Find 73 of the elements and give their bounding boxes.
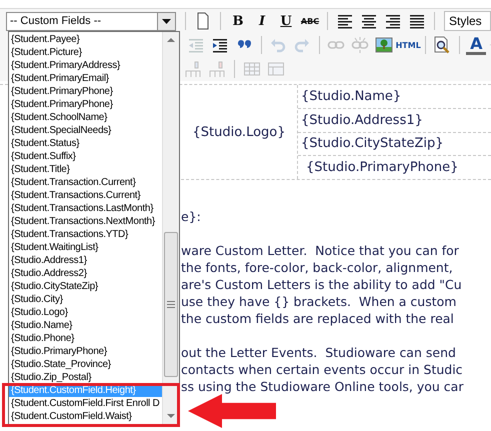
field-option[interactable]: {Student.Transactions.LastMonth}	[9, 202, 162, 215]
header-cell: {Studio.Name}	[298, 85, 491, 109]
field-option[interactable]: {Student.SpecialNeeds}	[9, 124, 162, 137]
align-left-icon	[336, 12, 354, 30]
table-column-icon	[184, 60, 202, 78]
custom-fields-select[interactable]: -- Custom Fields --	[6, 12, 176, 30]
scrollbar[interactable]	[162, 32, 179, 424]
strike-button[interactable]: ABC	[300, 11, 320, 31]
field-option[interactable]: {Studio.Zip_Postal}	[9, 371, 162, 384]
field-option[interactable]: {Studio.Name}	[9, 319, 162, 332]
scroll-down-icon	[167, 414, 175, 418]
image-icon	[375, 36, 394, 54]
scroll-up-icon	[167, 38, 175, 42]
field-option[interactable]: {Student.Transactions.Current}	[9, 189, 162, 202]
align-center-icon	[360, 12, 378, 30]
letter-text-line: ware Custom Letter. Notice that you can for	[181, 242, 460, 259]
field-option[interactable]: {Studio.PrimaryPhone}	[9, 345, 162, 358]
field-option[interactable]: {Student.PrimaryPhone}	[9, 98, 162, 111]
field-option[interactable]: {Student.PrimaryPhone}	[9, 85, 162, 98]
greeting-text: e}:	[181, 208, 202, 225]
letter-text-line: contacts when certain events occur in Studic	[181, 361, 464, 378]
indent-icon	[211, 36, 229, 54]
field-option[interactable]: {Student.Status}	[9, 137, 162, 150]
field-option[interactable]: {Studio.State_Province}	[9, 358, 162, 371]
redo-icon	[293, 36, 312, 54]
justify-icon	[408, 12, 426, 30]
preview-icon	[433, 36, 452, 54]
table-icon	[243, 60, 261, 78]
field-option[interactable]: {Student.Picture}	[9, 46, 162, 59]
scroll-thumb[interactable]	[164, 232, 178, 377]
align-right-icon	[384, 12, 402, 30]
caret-icon	[162, 18, 171, 24]
header-cell: {Studio.Address1}	[298, 108, 491, 132]
quote-icon	[237, 40, 251, 50]
field-option[interactable]: {Student.CustomField.Waist}	[9, 410, 162, 423]
letter-text-line: the custom fields are replaced with the real	[181, 310, 455, 327]
letter-text-line: out the Letter Events. Studioware can send	[181, 344, 457, 361]
field-option[interactable]: {Student.Transactions.YTD}	[9, 228, 162, 241]
letter-text-line: are's Custom Letters is the ability to add "Cu	[181, 276, 463, 293]
letter-text-line: use they have {} brackets. When a custom	[181, 293, 458, 310]
field-option[interactable]: {Student.Suffix}	[9, 150, 162, 163]
outdent-icon	[187, 36, 205, 54]
field-option[interactable]: {Studio.Address1}	[9, 254, 162, 267]
field-option[interactable]: {Student.WaitingList}	[9, 241, 162, 254]
table-cell-icon	[267, 60, 285, 78]
logo-cell: {Studio.Logo}	[181, 85, 298, 179]
html-button[interactable]: HTML	[398, 35, 418, 55]
header-cell-text: {Studio.PrimaryPhone}	[305, 159, 460, 178]
field-option[interactable]: {Student.CustomField.First Enroll D	[9, 397, 162, 410]
field-option[interactable]: {Student.PrimaryAddress}	[9, 59, 162, 72]
italic-button[interactable]: I	[252, 11, 272, 31]
grip-icon	[167, 301, 175, 308]
styles-select[interactable]: Styles	[444, 11, 491, 31]
field-option[interactable]: {Studio.City}	[9, 293, 162, 306]
field-option[interactable]: {Studio.Logo}	[9, 306, 162, 319]
field-option[interactable]: {Student.Transactions.NextMonth}	[9, 215, 162, 228]
forecolor-button[interactable]: A	[466, 35, 486, 55]
underline-button[interactable]: U	[276, 11, 296, 31]
field-option[interactable]: {Studio.Address2}	[9, 267, 162, 280]
letter-text-line: ss using the Studioware Online tools, you car	[181, 378, 464, 395]
field-option[interactable]: {Student.Payee}	[9, 33, 162, 46]
field-option[interactable]: {Student.PrimaryEmail}	[9, 72, 162, 85]
unlink-icon	[351, 36, 370, 54]
field-option[interactable]: {Student.Title}	[9, 163, 162, 176]
table-column-icon	[208, 60, 226, 78]
field-option[interactable]: {Student.Transaction.Current}	[9, 176, 162, 189]
image-button[interactable]	[374, 35, 394, 55]
header-cell: {Studio.CityStateZip}	[298, 132, 491, 156]
field-option[interactable]: {Student.SchoolName}	[9, 111, 162, 124]
field-option[interactable]: {Studio.CityStateZip}	[9, 280, 162, 293]
field-option[interactable]: {Studio.Phone}	[9, 332, 162, 345]
bold-button[interactable]: B	[228, 11, 248, 31]
letter-text-line: the fonts, fore-color, back-color, alignment,	[181, 259, 454, 276]
